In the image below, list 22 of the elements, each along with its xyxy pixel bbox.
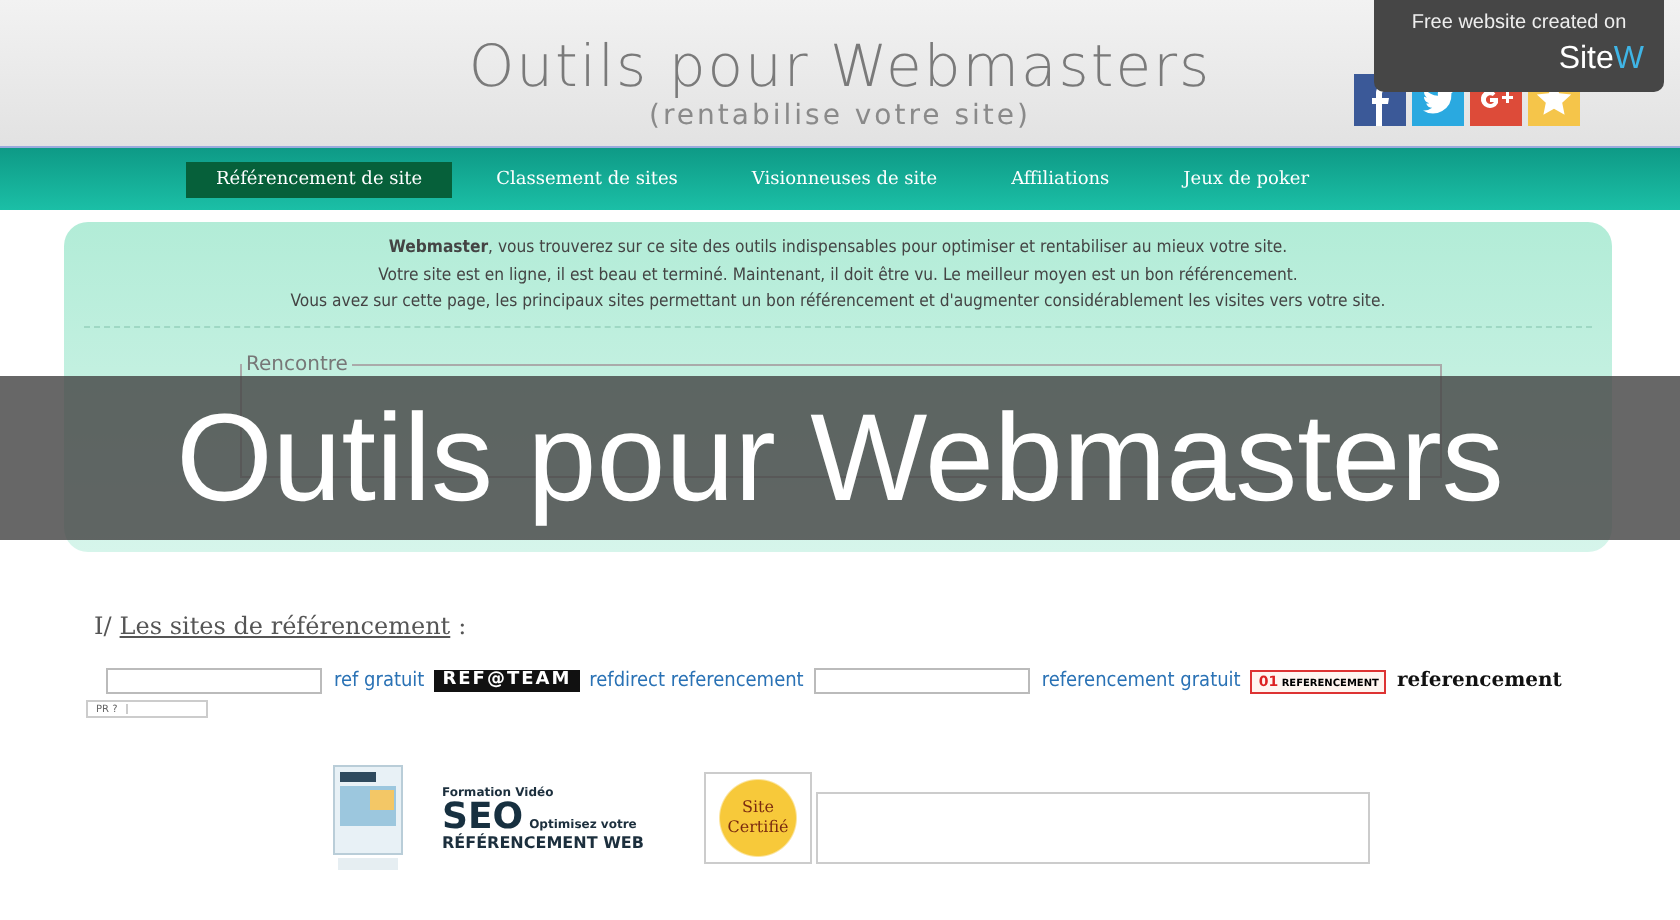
intro-text: Webmaster, vous trouverez sur ce site des outils indispensables pour optimiser et rentabiliser au mieux votre site. [386, 236, 1290, 262]
section-heading: Les sites de référencement [119, 612, 451, 640]
text-link[interactable]: referencement gratuit [1041, 670, 1241, 692]
text-link[interactable]: refdirect referencement [589, 670, 804, 692]
promo-text: Free website created on [1411, 10, 1627, 36]
refteam-logo[interactable]: REF@TEAM [434, 670, 580, 692]
intro-text: Votre site est en ligne, il est beau et terminé. Maintenant, il doit être vu. Le meilleur moyen est un bon référencement. [376, 263, 1300, 289]
brand-logo: SiteW [1558, 42, 1644, 78]
banner-field[interactable] [106, 668, 322, 694]
nav-tab[interactable]: Référencement de site [186, 161, 453, 197]
site-title: Outils pour Webmasters [468, 32, 1212, 100]
section-colon: : [458, 612, 467, 640]
intro-text: Vous avez sur cette page, les principaux sites permettant un bon référencement et d'augmenter considérablement les visites vers votre site. [288, 290, 1388, 316]
certified-badge[interactable]: Site Certifié [704, 772, 812, 864]
promo-popup[interactable]: Free website created on SiteW [1374, 0, 1664, 92]
referencement-label[interactable]: referencement [1396, 670, 1562, 692]
section-number: I/ [94, 612, 112, 640]
site-subtitle: (rentabilise votre site) [649, 100, 1031, 132]
text-link[interactable]: ref gratuit [334, 670, 425, 692]
caption-title: Outils pour Webmasters [176, 387, 1504, 529]
fieldset-legend: Rencontre [242, 353, 352, 375]
banner-field[interactable] [813, 668, 1030, 694]
